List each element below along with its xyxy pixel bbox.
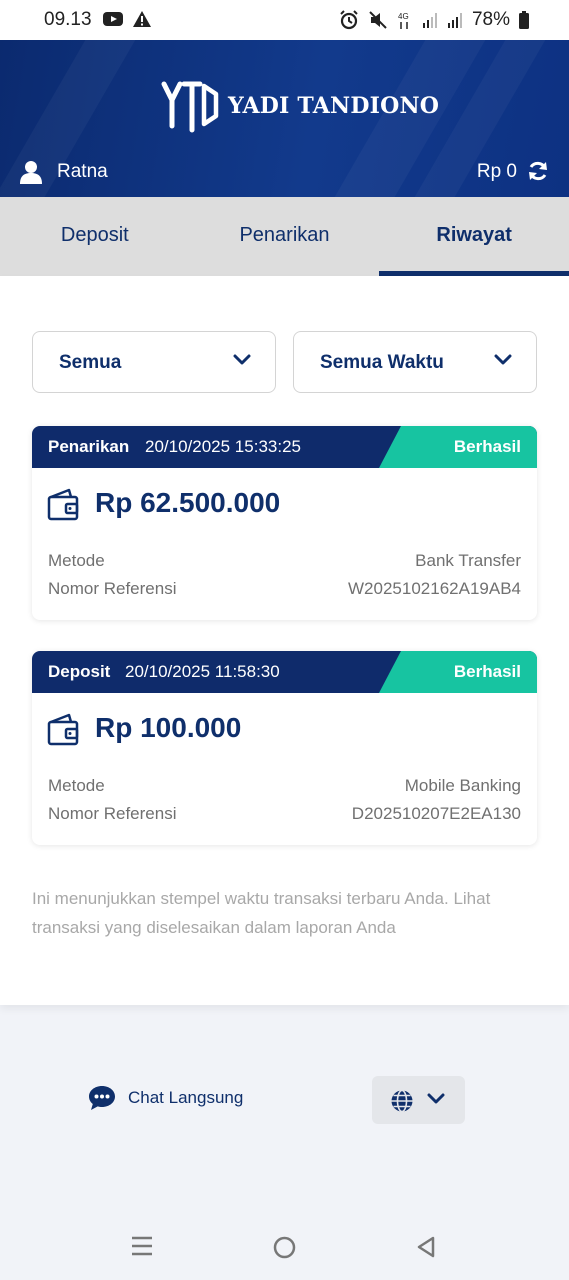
history-note: Ini menunjukkan stempel waktu transaksi … (32, 889, 491, 937)
wallet-icon (47, 488, 79, 521)
method-row: Metode Bank Transfer (48, 551, 521, 571)
ytd-monogram-icon (161, 81, 219, 133)
svg-text:4G: 4G (398, 12, 409, 21)
transaction-header: Penarikan 20/10/2025 15:33:25 Berhasil (32, 426, 537, 468)
status-badge: Berhasil (453, 437, 521, 456)
method-value: Mobile Banking (404, 776, 521, 795)
alarm-icon (340, 10, 358, 30)
chevron-down-icon (427, 1093, 445, 1104)
back-icon[interactable] (416, 1236, 436, 1258)
brand-logo: YADI TANDIONO (160, 78, 439, 134)
method-label: Metode (48, 551, 105, 570)
username: Ratna (57, 161, 108, 182)
transaction-header: Deposit 20/10/2025 11:58:30 Berhasil (32, 651, 537, 693)
reference-row: Nomor Referensi W2025102162A19AB4 (48, 579, 521, 599)
transaction-datetime: 20/10/2025 11:58:30 (125, 662, 280, 681)
status-badge: Berhasil (453, 662, 521, 681)
reference-label: Nomor Referensi (48, 579, 177, 598)
method-value: Bank Transfer (415, 551, 521, 570)
globe-icon (391, 1089, 413, 1113)
recent-apps-icon[interactable] (131, 1236, 153, 1256)
battery-percent: 78% (471, 9, 510, 30)
signal-icon (422, 13, 437, 28)
tab-riwayat[interactable]: Riwayat (379, 197, 569, 276)
tab-deposit[interactable]: Deposit (0, 197, 190, 276)
language-selector[interactable] (372, 1076, 465, 1124)
method-row: Metode Mobile Banking (48, 776, 521, 796)
battery-icon (519, 11, 529, 29)
mute-icon (369, 11, 387, 29)
network-4g-icon: 4G (398, 12, 409, 29)
transaction-card[interactable]: Penarikan 20/10/2025 15:33:25 Berhasil R… (32, 426, 537, 620)
status-time: 09.13 (44, 9, 92, 30)
reference-label: Nomor Referensi (48, 804, 177, 823)
app-header: YADI TANDIONO Ratna Rp 0 (0, 40, 569, 197)
reference-value: D202510207E2EA130 (351, 804, 521, 823)
chat-bubble-icon (89, 1086, 115, 1110)
status-bar: 09.13 4G 78% (0, 0, 569, 40)
transaction-type: Penarikan (48, 437, 130, 456)
reference-value: W2025102162A19AB4 (348, 579, 521, 598)
type-filter-dropdown[interactable]: Semua (32, 331, 276, 393)
live-chat-label: Chat Langsung (128, 1088, 244, 1107)
type-filter-value: Semua (59, 352, 122, 373)
chevron-down-icon (233, 354, 251, 365)
transaction-amount: Rp 100.000 (95, 712, 242, 743)
method-label: Metode (48, 776, 105, 795)
time-filter-value: Semua Waktu (320, 352, 444, 373)
youtube-icon (103, 12, 123, 26)
wallet-icon (47, 713, 79, 746)
user-icon (20, 161, 42, 184)
system-nav-bar (0, 1210, 569, 1280)
tab-penarikan[interactable]: Penarikan (190, 197, 380, 276)
history-panel: Semua Semua Waktu Penarikan 20/10/2025 1… (0, 276, 569, 1005)
reference-row: Nomor Referensi D202510207E2EA130 (48, 804, 521, 824)
transaction-card[interactable]: Deposit 20/10/2025 11:58:30 Berhasil Rp … (32, 651, 537, 845)
time-filter-dropdown[interactable]: Semua Waktu (293, 331, 537, 393)
user-row: Ratna Rp 0 (0, 158, 569, 188)
warning-icon (133, 11, 151, 27)
chevron-down-icon (494, 354, 512, 365)
transaction-type: Deposit (48, 662, 111, 681)
balance-amount: Rp 0 (476, 161, 517, 182)
transaction-datetime: 20/10/2025 15:33:25 (145, 437, 301, 456)
live-chat-button[interactable]: Chat Langsung (88, 1085, 243, 1111)
transaction-amount: Rp 62.500.000 (95, 487, 281, 518)
brand-name: YADI TANDIONO (228, 93, 440, 119)
refresh-icon[interactable] (527, 160, 549, 182)
signal-2-icon (447, 13, 462, 28)
tab-bar: Deposit Penarikan Riwayat (0, 197, 569, 276)
home-icon[interactable] (273, 1236, 296, 1259)
